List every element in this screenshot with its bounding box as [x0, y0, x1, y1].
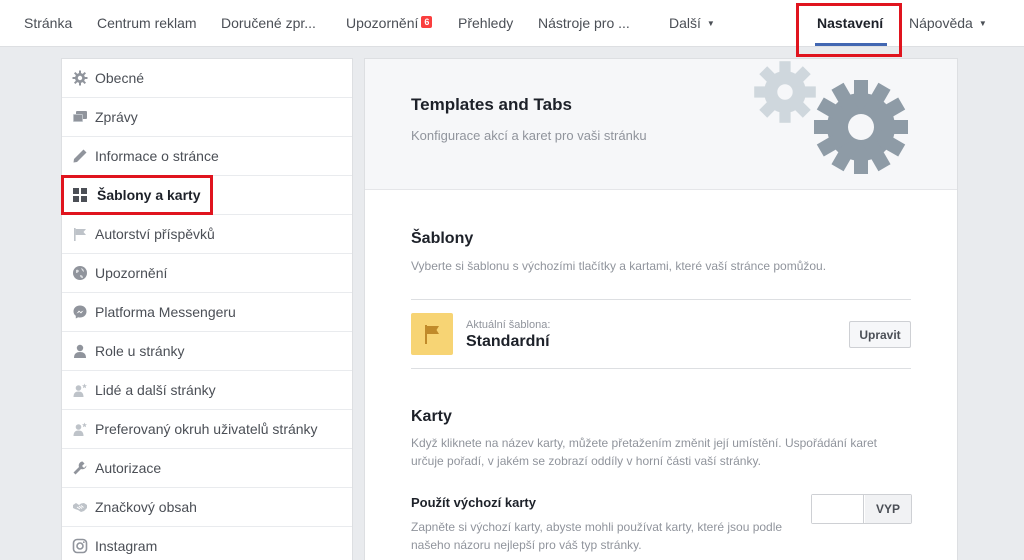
nav-tab-more[interactable]: Další ▼ [669, 0, 715, 47]
sidebar-item-label: Preferovaný okruh uživatelů stránky [95, 421, 318, 437]
nav-tab-label: Přehledy [458, 15, 514, 31]
current-template-caption: Aktuální šablona: [466, 319, 551, 331]
sidebar-item-label: Role u stránky [95, 343, 185, 359]
gear-icon [72, 70, 88, 86]
page-title: Templates and Tabs [411, 95, 572, 114]
default-tabs-description: Zapněte si výchozí karty, abyste mohli p… [411, 520, 783, 552]
tabs-section-description: Když kliknete na název karty, můžete pře… [411, 436, 877, 468]
nav-tab-label: Doručené zpr... [221, 15, 316, 31]
templates-section-title: Šablony [411, 230, 474, 247]
nav-tab-notifications[interactable]: Upozornění 6 [346, 0, 433, 47]
sidebar-item-label: Šablony a karty [97, 187, 201, 203]
grid-icon [73, 188, 87, 202]
nav-tab-label: Další [669, 15, 701, 31]
nav-tab-label: Nastavení [817, 15, 884, 31]
sidebar-item-label: Instagram [95, 538, 158, 554]
sidebar-item-label: Zprávy [95, 109, 138, 125]
tabs-section-title: Karty [411, 408, 452, 425]
sidebar-item-page-roles[interactable]: Role u stránky [62, 332, 352, 371]
flag-icon [74, 228, 86, 241]
nav-tab-label: Upozornění [346, 15, 419, 31]
sidebar-item-notifications[interactable]: Upozornění [62, 254, 352, 293]
sidebar-item-post-attribution[interactable]: Autorství příspěvků [62, 215, 352, 254]
nav-tab-help[interactable]: Nápověda ▼ [909, 0, 987, 47]
nav-tab-inbox[interactable]: Doručené zpr... [221, 0, 316, 47]
caret-down-icon: ▼ [978, 19, 987, 28]
template-icon [411, 313, 453, 355]
sidebar-item-label: Obecné [95, 70, 145, 86]
sidebar-item-label: Platforma Messengeru [95, 304, 236, 320]
pencil-icon [73, 149, 87, 163]
nav-tab-insights[interactable]: Přehledy [458, 0, 513, 47]
nav-tab-label: Centrum reklam [97, 15, 197, 31]
nav-tab-tools[interactable]: Nástroje pro ... [538, 0, 630, 47]
sidebar-item-instagram[interactable]: Instagram [62, 527, 352, 560]
messenger-icon [73, 305, 87, 319]
current-template-name: Standardní [466, 333, 550, 350]
sidebar-item-page-info[interactable]: Informace o stránce [62, 137, 352, 176]
person-icon [74, 344, 86, 358]
active-tab-underline [815, 43, 887, 46]
default-tabs-title: Použít výchozí karty [411, 495, 536, 510]
sidebar-item-preferred-audience[interactable]: Preferovaný okruh uživatelů stránky [62, 410, 352, 449]
sidebar-item-templates-tabs[interactable]: Šablony a karty [62, 176, 352, 215]
nav-tab-page[interactable]: Stránka [24, 0, 72, 47]
instagram-icon [72, 538, 88, 554]
small-gear-icon [754, 61, 816, 123]
main-panel: Templates and Tabs Konfigurace akcí a ka… [364, 58, 958, 560]
sidebar-item-people-pages[interactable]: Lidé a další stránky [62, 371, 352, 410]
edit-template-button[interactable]: Upravit [849, 321, 911, 348]
sidebar-item-label: Upozornění [95, 265, 168, 281]
nav-tab-settings[interactable]: Nastavení [817, 0, 883, 47]
sidebar-item-label: Značkový obsah [95, 499, 197, 515]
handshake-icon [73, 503, 87, 512]
notification-badge: 6 [421, 16, 433, 28]
sidebar-item-branded-content[interactable]: Značkový obsah [62, 488, 352, 527]
templates-section-description: Vyberte si šablonu s výchozími tlačítky … [411, 259, 827, 273]
sidebar-item-label: Informace o stránce [95, 148, 219, 164]
sidebar-item-label: Lidé a další stránky [95, 382, 216, 398]
sidebar-item-messenger-platform[interactable]: Platforma Messengeru [62, 293, 352, 332]
nav-tab-ad-center[interactable]: Centrum reklam [97, 0, 197, 47]
panel-header: Templates and Tabs Konfigurace akcí a ka… [365, 59, 957, 190]
toggle-state-label: VYP [865, 495, 911, 523]
sidebar-item-messages[interactable]: Zprávy [62, 98, 352, 137]
person-star-icon [73, 422, 87, 436]
top-navigation: Stránka Centrum reklam Doručené zpr... U… [0, 0, 1024, 47]
wrench-icon [73, 461, 87, 475]
person-star-icon [73, 383, 87, 397]
messages-icon [73, 111, 87, 122]
default-tabs-toggle[interactable]: VYP [811, 494, 912, 524]
nav-tab-label: Nástroje pro ... [538, 15, 630, 31]
caret-down-icon: ▼ [706, 19, 715, 28]
toggle-knob [812, 495, 864, 523]
globe-icon [73, 266, 87, 280]
sidebar-item-label: Autorství příspěvků [95, 226, 215, 242]
sidebar-item-authorization[interactable]: Autorizace [62, 449, 352, 488]
divider [411, 368, 911, 369]
page-subtitle: Konfigurace akcí a karet pro vaši stránk… [411, 128, 647, 143]
sidebar-item-general[interactable]: Obecné [62, 59, 352, 98]
nav-tab-label: Stránka [24, 15, 73, 31]
divider [411, 299, 911, 300]
sidebar-item-label: Autorizace [95, 460, 162, 476]
large-gear-icon [814, 80, 908, 174]
nav-tab-label: Nápověda [909, 15, 973, 31]
settings-sidebar: Obecné Zprávy Informace o stránce Šablon… [61, 58, 353, 560]
flag-icon [425, 325, 439, 344]
